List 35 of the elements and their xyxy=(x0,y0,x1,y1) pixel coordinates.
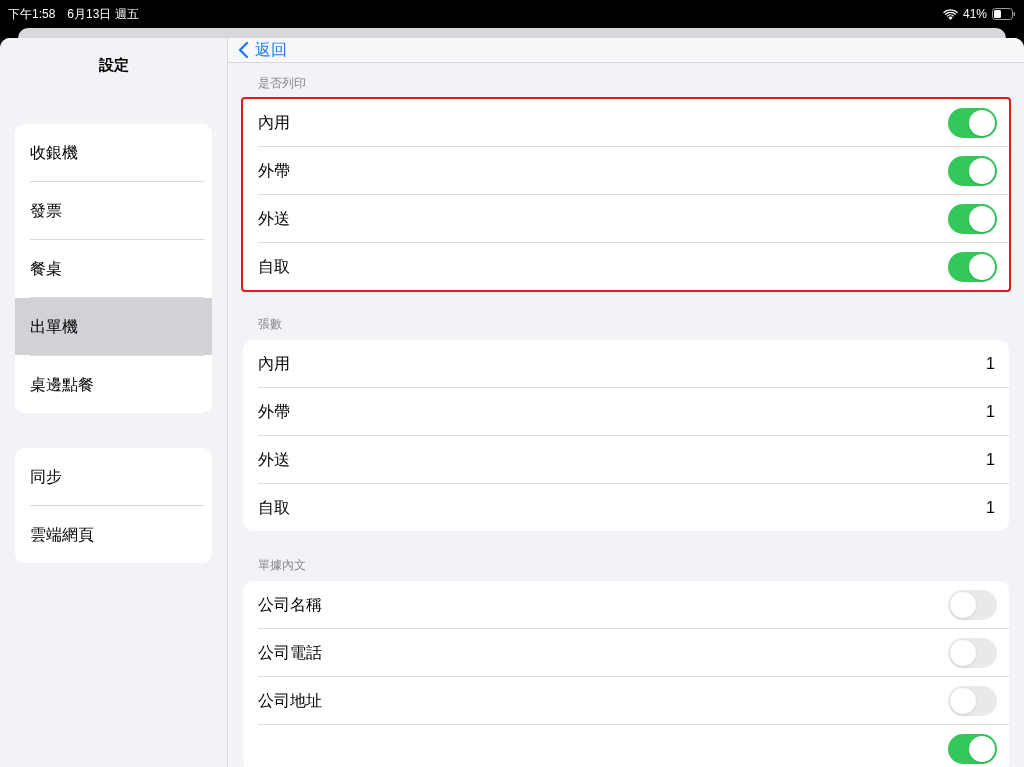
toggle-switch[interactable] xyxy=(948,155,997,186)
row-label: 公司地址 xyxy=(258,690,322,711)
toggle-switch[interactable] xyxy=(948,733,997,764)
row-label: 自取 xyxy=(258,497,290,518)
row-value: 1 xyxy=(986,497,996,518)
row-label: 外帶 xyxy=(258,401,290,422)
battery-percent: 41% xyxy=(962,6,987,23)
toggle-switch[interactable] xyxy=(948,637,997,668)
section-header: 單據內文 xyxy=(257,557,307,574)
wifi-icon xyxy=(942,8,958,20)
toggle-switch[interactable] xyxy=(948,589,997,620)
toggle-switch[interactable] xyxy=(948,685,997,716)
sidebar-item[interactable]: 出單機 xyxy=(15,298,212,355)
row-label: 自取 xyxy=(258,256,290,277)
section-header: 張數 xyxy=(257,316,283,333)
toggle-switch[interactable] xyxy=(948,251,997,282)
row-label: 外送 xyxy=(258,449,290,470)
row-label: 外帶 xyxy=(258,160,290,181)
row-label: 公司電話 xyxy=(258,642,322,663)
row-label: 公司名稱 xyxy=(258,594,322,615)
row-value: 1 xyxy=(986,449,996,470)
toggle-switch[interactable] xyxy=(948,203,997,234)
row-value: 1 xyxy=(986,401,996,422)
section-header: 是否列印 xyxy=(257,75,307,92)
toggle-switch[interactable] xyxy=(948,107,997,138)
row-value: 1 xyxy=(986,353,996,374)
row-label: 內用 xyxy=(258,112,290,133)
sidebar-title: 設定 xyxy=(98,54,129,75)
status-time: 下午1:58 xyxy=(8,6,56,23)
battery-icon xyxy=(992,8,1016,20)
row-label: 內用 xyxy=(258,353,290,374)
back-button[interactable]: 返回 xyxy=(238,38,287,62)
row-label: 外送 xyxy=(258,208,290,229)
status-date: 6月13日 週五 xyxy=(67,6,139,23)
chevron-left-icon xyxy=(238,41,249,59)
